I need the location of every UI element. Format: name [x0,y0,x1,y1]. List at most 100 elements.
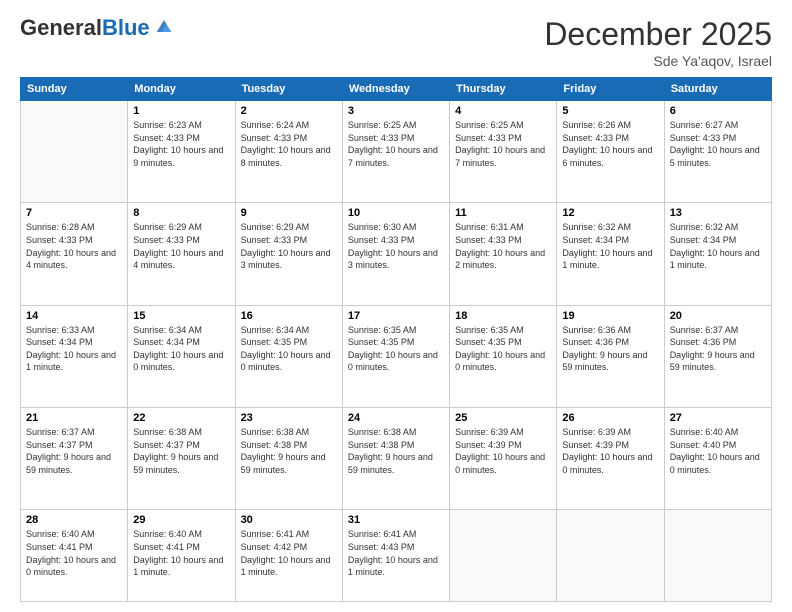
day-cell: 6 Sunrise: 6:27 AM Sunset: 4:33 PM Dayli… [664,101,771,203]
day-number: 8 [133,207,229,219]
sunrise: Sunrise: 6:27 AM [670,120,739,130]
daylight: Daylight: 10 hours and 1 minute. [26,350,116,373]
daylight: Daylight: 10 hours and 8 minutes. [241,145,331,168]
day-cell: 28 Sunrise: 6:40 AM Sunset: 4:41 PM Dayl… [21,510,128,602]
day-info: Sunrise: 6:41 AM Sunset: 4:43 PM Dayligh… [348,528,444,578]
sunrise: Sunrise: 6:33 AM [26,325,95,335]
daylight: Daylight: 9 hours and 59 minutes. [133,452,218,475]
day-number: 28 [26,514,122,526]
sunset: Sunset: 4:33 PM [26,235,93,245]
sunrise: Sunrise: 6:29 AM [241,222,310,232]
sunrise: Sunrise: 6:30 AM [348,222,417,232]
sunrise: Sunrise: 6:23 AM [133,120,202,130]
sunrise: Sunrise: 6:38 AM [241,427,310,437]
day-cell: 29 Sunrise: 6:40 AM Sunset: 4:41 PM Dayl… [128,510,235,602]
daylight: Daylight: 10 hours and 9 minutes. [133,145,223,168]
sunset: Sunset: 4:36 PM [670,337,737,347]
sunrise: Sunrise: 6:41 AM [241,529,310,539]
day-number: 30 [241,514,337,526]
week-row-5: 28 Sunrise: 6:40 AM Sunset: 4:41 PM Dayl… [21,510,772,602]
calendar: SundayMondayTuesdayWednesdayThursdayFrid… [20,77,772,602]
day-number: 21 [26,412,122,424]
day-info: Sunrise: 6:32 AM Sunset: 4:34 PM Dayligh… [670,221,766,271]
week-row-1: 1 Sunrise: 6:23 AM Sunset: 4:33 PM Dayli… [21,101,772,203]
day-info: Sunrise: 6:24 AM Sunset: 4:33 PM Dayligh… [241,119,337,169]
sunset: Sunset: 4:33 PM [348,235,415,245]
sunset: Sunset: 4:40 PM [670,440,737,450]
day-info: Sunrise: 6:29 AM Sunset: 4:33 PM Dayligh… [133,221,229,271]
weekday-header-saturday: Saturday [664,78,771,101]
sunrise: Sunrise: 6:28 AM [26,222,95,232]
sunset: Sunset: 4:38 PM [241,440,308,450]
day-info: Sunrise: 6:33 AM Sunset: 4:34 PM Dayligh… [26,324,122,374]
page: GeneralBlue December 2025 Sde Ya'aqov, I… [0,0,792,612]
day-cell: 19 Sunrise: 6:36 AM Sunset: 4:36 PM Dayl… [557,305,664,407]
day-cell: 7 Sunrise: 6:28 AM Sunset: 4:33 PM Dayli… [21,203,128,305]
logo-icon [152,16,176,40]
sunrise: Sunrise: 6:40 AM [26,529,95,539]
day-info: Sunrise: 6:35 AM Sunset: 4:35 PM Dayligh… [348,324,444,374]
day-number: 22 [133,412,229,424]
day-number: 12 [562,207,658,219]
day-cell [557,510,664,602]
sunrise: Sunrise: 6:39 AM [455,427,524,437]
daylight: Daylight: 9 hours and 59 minutes. [562,350,647,373]
day-number: 10 [348,207,444,219]
daylight: Daylight: 10 hours and 6 minutes. [562,145,652,168]
sunset: Sunset: 4:35 PM [241,337,308,347]
location: Sde Ya'aqov, Israel [544,53,772,69]
day-cell: 18 Sunrise: 6:35 AM Sunset: 4:35 PM Dayl… [450,305,557,407]
daylight: Daylight: 10 hours and 1 minute. [670,248,760,271]
daylight: Daylight: 10 hours and 2 minutes. [455,248,545,271]
day-cell: 1 Sunrise: 6:23 AM Sunset: 4:33 PM Dayli… [128,101,235,203]
day-info: Sunrise: 6:30 AM Sunset: 4:33 PM Dayligh… [348,221,444,271]
daylight: Daylight: 10 hours and 1 minute. [133,555,223,578]
logo-blue: Blue [102,15,150,40]
day-info: Sunrise: 6:36 AM Sunset: 4:36 PM Dayligh… [562,324,658,374]
sunset: Sunset: 4:37 PM [26,440,93,450]
sunset: Sunset: 4:35 PM [455,337,522,347]
day-number: 6 [670,105,766,117]
daylight: Daylight: 10 hours and 0 minutes. [133,350,223,373]
day-cell: 24 Sunrise: 6:38 AM Sunset: 4:38 PM Dayl… [342,408,449,510]
day-number: 1 [133,105,229,117]
daylight: Daylight: 9 hours and 59 minutes. [348,452,433,475]
sunset: Sunset: 4:38 PM [348,440,415,450]
daylight: Daylight: 10 hours and 3 minutes. [241,248,331,271]
day-number: 25 [455,412,551,424]
day-info: Sunrise: 6:25 AM Sunset: 4:33 PM Dayligh… [455,119,551,169]
sunset: Sunset: 4:33 PM [455,133,522,143]
day-cell [664,510,771,602]
day-number: 2 [241,105,337,117]
daylight: Daylight: 10 hours and 0 minutes. [26,555,116,578]
day-info: Sunrise: 6:38 AM Sunset: 4:38 PM Dayligh… [241,426,337,476]
sunset: Sunset: 4:39 PM [455,440,522,450]
day-number: 7 [26,207,122,219]
day-info: Sunrise: 6:34 AM Sunset: 4:34 PM Dayligh… [133,324,229,374]
sunset: Sunset: 4:34 PM [26,337,93,347]
sunrise: Sunrise: 6:39 AM [562,427,631,437]
daylight: Daylight: 10 hours and 5 minutes. [670,145,760,168]
sunrise: Sunrise: 6:25 AM [348,120,417,130]
sunrise: Sunrise: 6:36 AM [562,325,631,335]
day-cell: 17 Sunrise: 6:35 AM Sunset: 4:35 PM Dayl… [342,305,449,407]
day-info: Sunrise: 6:25 AM Sunset: 4:33 PM Dayligh… [348,119,444,169]
sunset: Sunset: 4:33 PM [241,133,308,143]
day-number: 14 [26,310,122,322]
weekday-header-tuesday: Tuesday [235,78,342,101]
title-block: December 2025 Sde Ya'aqov, Israel [544,16,772,69]
week-row-3: 14 Sunrise: 6:33 AM Sunset: 4:34 PM Dayl… [21,305,772,407]
day-number: 13 [670,207,766,219]
day-info: Sunrise: 6:39 AM Sunset: 4:39 PM Dayligh… [562,426,658,476]
day-cell: 21 Sunrise: 6:37 AM Sunset: 4:37 PM Dayl… [21,408,128,510]
day-cell: 3 Sunrise: 6:25 AM Sunset: 4:33 PM Dayli… [342,101,449,203]
sunset: Sunset: 4:41 PM [133,542,200,552]
logo-text: GeneralBlue [20,17,150,39]
weekday-header-monday: Monday [128,78,235,101]
day-number: 27 [670,412,766,424]
daylight: Daylight: 9 hours and 59 minutes. [670,350,755,373]
day-cell: 2 Sunrise: 6:24 AM Sunset: 4:33 PM Dayli… [235,101,342,203]
day-info: Sunrise: 6:39 AM Sunset: 4:39 PM Dayligh… [455,426,551,476]
sunrise: Sunrise: 6:31 AM [455,222,524,232]
daylight: Daylight: 10 hours and 0 minutes. [348,350,438,373]
